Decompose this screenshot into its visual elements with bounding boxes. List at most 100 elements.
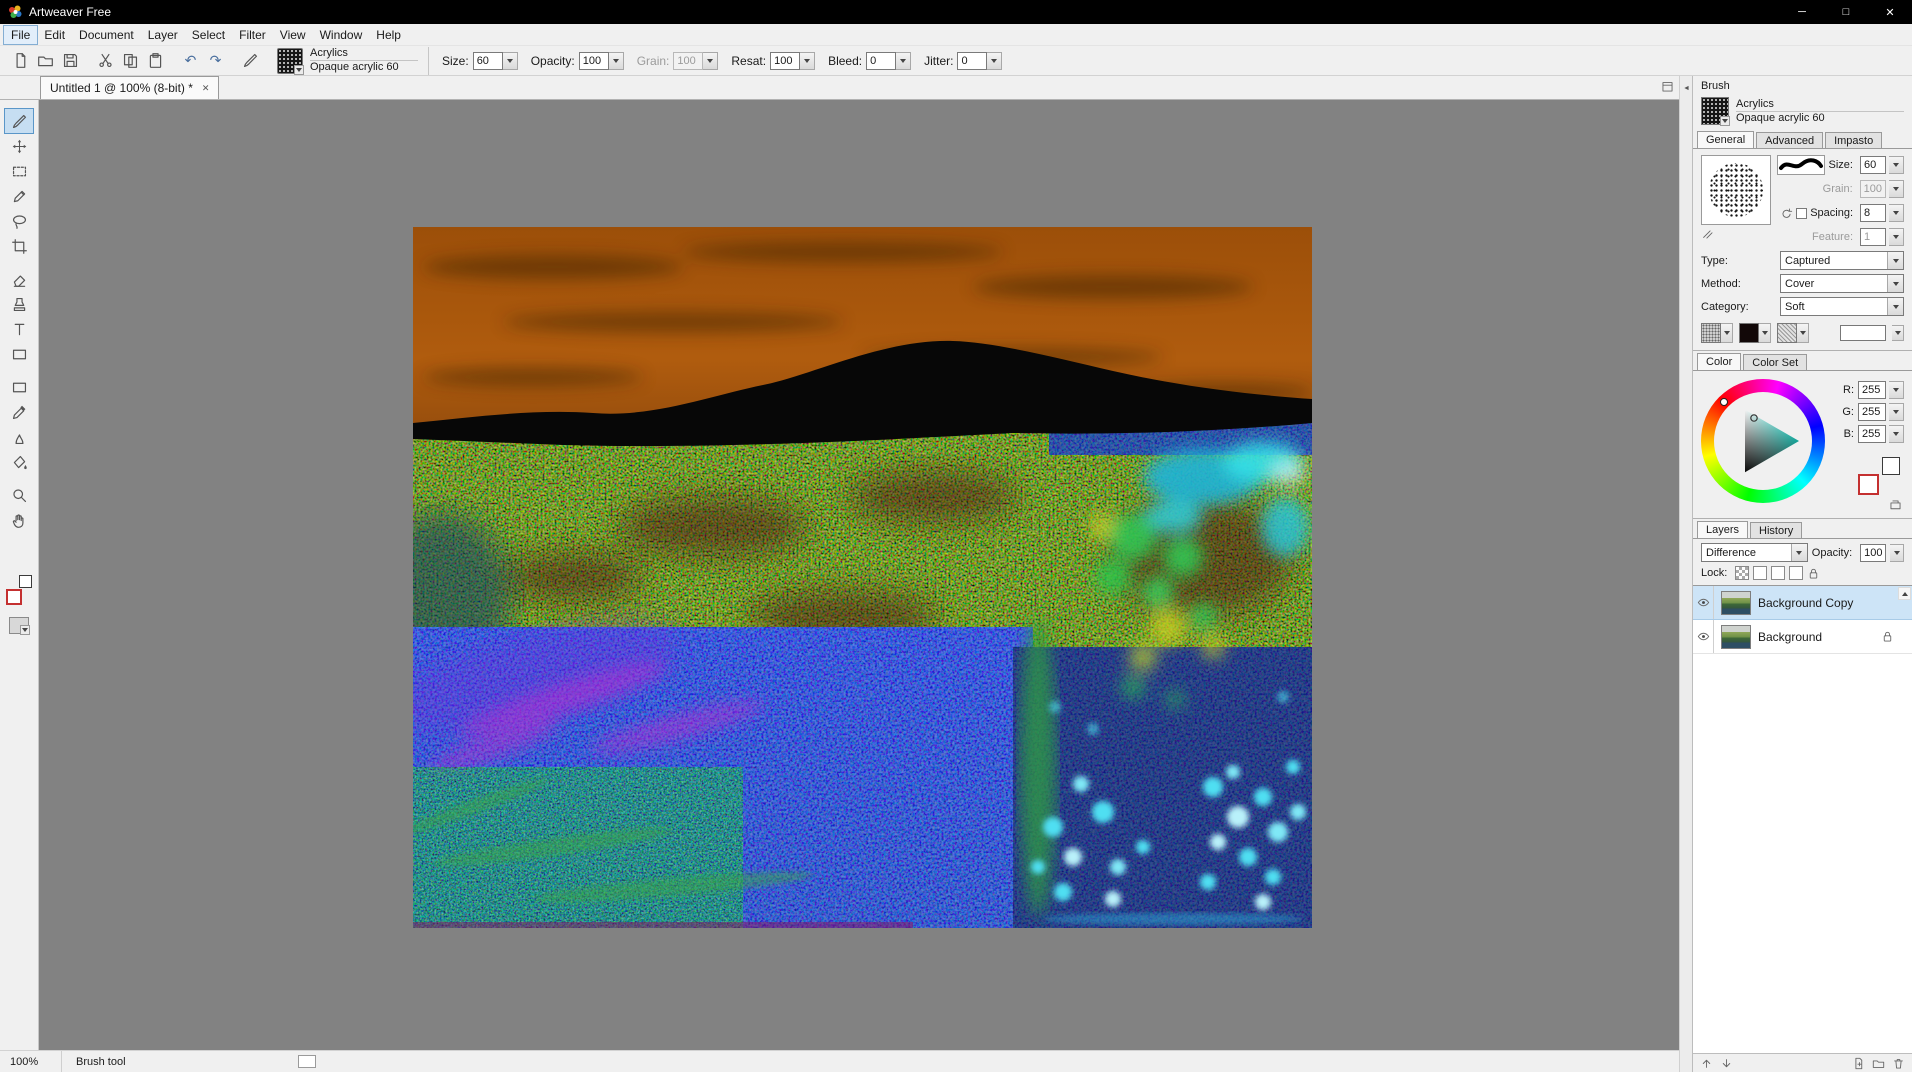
tool-hand[interactable]	[5, 508, 33, 532]
copy-button[interactable]	[118, 49, 143, 73]
canvas-workspace[interactable]	[39, 100, 1679, 1050]
swatch-dropdown[interactable]	[1759, 323, 1771, 343]
layer-thumbnail[interactable]	[1721, 590, 1751, 615]
new-document-button[interactable]	[8, 49, 33, 73]
undo-button[interactable]: ↶	[178, 49, 203, 73]
open-button[interactable]	[33, 49, 58, 73]
preview-resize-icon[interactable]	[1701, 227, 1714, 240]
menu-filter[interactable]: Filter	[232, 26, 273, 44]
size-input[interactable]: 60	[472, 51, 503, 70]
tool-pencil[interactable]	[5, 184, 33, 208]
float-panel-button[interactable]	[1661, 80, 1674, 96]
green-spinner[interactable]	[1889, 403, 1904, 421]
type-combo[interactable]: Captured	[1780, 251, 1904, 270]
paper-dropdown[interactable]	[1721, 323, 1733, 343]
visibility-toggle[interactable]	[1693, 620, 1714, 653]
hue-marker[interactable]	[1720, 398, 1728, 406]
panel-spacing-input[interactable]: 8	[1860, 204, 1886, 222]
red-input[interactable]: 255	[1858, 381, 1886, 399]
layer-name[interactable]: Background	[1758, 630, 1881, 644]
gradient-strip-selector[interactable]	[1840, 325, 1886, 341]
strip-dropdown[interactable]	[1892, 325, 1904, 341]
foreground-color-well[interactable]	[1858, 474, 1879, 495]
panel-spacing-dropdown[interactable]	[1889, 204, 1904, 222]
lock-transparency-toggle[interactable]	[1735, 566, 1750, 580]
color-options-icon[interactable]	[1889, 499, 1902, 512]
panel-size-input[interactable]: 60	[1860, 156, 1886, 174]
delete-layer-icon[interactable]	[1892, 1057, 1905, 1070]
menu-view[interactable]: View	[273, 26, 313, 44]
canvas-document[interactable]	[413, 227, 1312, 928]
menu-file[interactable]: File	[2, 24, 39, 45]
move-layer-down-icon[interactable]	[1720, 1057, 1733, 1070]
combo-arrow[interactable]	[1790, 544, 1807, 561]
background-color-well[interactable]	[19, 575, 32, 588]
opacity-input[interactable]: 100	[578, 51, 609, 70]
tool-zoom[interactable]	[5, 483, 33, 507]
tab-general[interactable]: General	[1697, 131, 1755, 148]
tab-close-icon[interactable]: ✕	[202, 83, 210, 94]
layer-thumbnail[interactable]	[1721, 624, 1751, 649]
cut-button[interactable]	[93, 49, 118, 73]
spacing-link-checkbox[interactable]	[1796, 207, 1808, 219]
title-bar[interactable]: Artweaver Free ─ □ ✕	[0, 0, 1912, 24]
layers-opacity-input[interactable]: 100	[1860, 543, 1887, 562]
combo-arrow[interactable]	[1887, 275, 1903, 292]
combo-arrow[interactable]	[1887, 298, 1903, 315]
tool-clone-stamp[interactable]	[5, 292, 33, 316]
new-group-icon[interactable]	[1872, 1057, 1885, 1070]
foreground-color-well[interactable]	[6, 589, 22, 605]
zoom-level[interactable]: 100%	[0, 1051, 62, 1072]
tool-shape[interactable]	[5, 342, 33, 366]
menu-select[interactable]: Select	[185, 26, 232, 44]
texture-dropdown[interactable]	[1797, 323, 1809, 343]
layers-opacity-dropdown[interactable]	[1890, 543, 1904, 562]
lock-all-toggle[interactable]	[1789, 566, 1804, 580]
red-spinner[interactable]	[1889, 381, 1904, 399]
tool-move[interactable]	[5, 134, 33, 158]
blue-spinner[interactable]	[1889, 425, 1904, 443]
jitter-dropdown[interactable]	[987, 51, 1003, 70]
layer-name[interactable]: Background Copy	[1758, 596, 1912, 610]
tab-layers[interactable]: Layers	[1697, 521, 1749, 538]
hsv-triangle[interactable]	[1714, 392, 1812, 490]
tool-gradient[interactable]	[5, 375, 33, 399]
tool-crop[interactable]	[5, 234, 33, 258]
maximize-button[interactable]: □	[1824, 0, 1868, 24]
resat-input[interactable]: 100	[770, 51, 801, 70]
brush-dab-preview[interactable]	[1701, 155, 1771, 225]
green-input[interactable]: 255	[1858, 403, 1886, 421]
minimize-button[interactable]: ─	[1780, 0, 1824, 24]
color-wells[interactable]	[5, 575, 33, 605]
menu-help[interactable]: Help	[369, 26, 408, 44]
color-variability-selector[interactable]	[1739, 323, 1771, 343]
lock-position-toggle[interactable]	[1771, 566, 1786, 580]
tool-lasso[interactable]	[5, 209, 33, 233]
document-tab[interactable]: Untitled 1 @ 100% (8-bit) * ✕	[40, 76, 220, 99]
tool-brush[interactable]	[4, 108, 34, 134]
opacity-dropdown[interactable]	[608, 51, 624, 70]
paper-selector[interactable]	[1701, 323, 1733, 343]
bleed-input[interactable]: 0	[866, 51, 897, 70]
layer-row-background-copy[interactable]: Background Copy	[1693, 586, 1912, 620]
color-wells[interactable]	[1858, 457, 1900, 495]
method-combo[interactable]: Cover	[1780, 274, 1904, 293]
menu-window[interactable]: Window	[313, 26, 370, 44]
blend-mode-combo[interactable]: Difference	[1701, 543, 1808, 562]
panel-splitter[interactable]: ◄	[1679, 76, 1693, 1072]
background-color-well[interactable]	[1882, 457, 1900, 475]
layer-row-background[interactable]: Background	[1693, 620, 1912, 654]
menu-document[interactable]: Document	[72, 26, 141, 44]
jitter-input[interactable]: 0	[957, 51, 988, 70]
tab-impasto[interactable]: Impasto	[1825, 132, 1883, 148]
tab-history[interactable]: History	[1750, 522, 1803, 538]
color-wheel[interactable]	[1701, 379, 1825, 503]
brush-preview-thumbnail[interactable]	[1701, 97, 1730, 126]
menu-edit[interactable]: Edit	[37, 26, 72, 44]
tab-color[interactable]: Color	[1697, 353, 1742, 370]
pattern-dropdown[interactable]	[20, 625, 30, 635]
tool-text[interactable]	[5, 317, 33, 341]
tab-advanced[interactable]: Advanced	[1756, 132, 1824, 148]
reset-spacing-icon[interactable]	[1780, 207, 1793, 220]
close-button[interactable]: ✕	[1868, 0, 1912, 24]
